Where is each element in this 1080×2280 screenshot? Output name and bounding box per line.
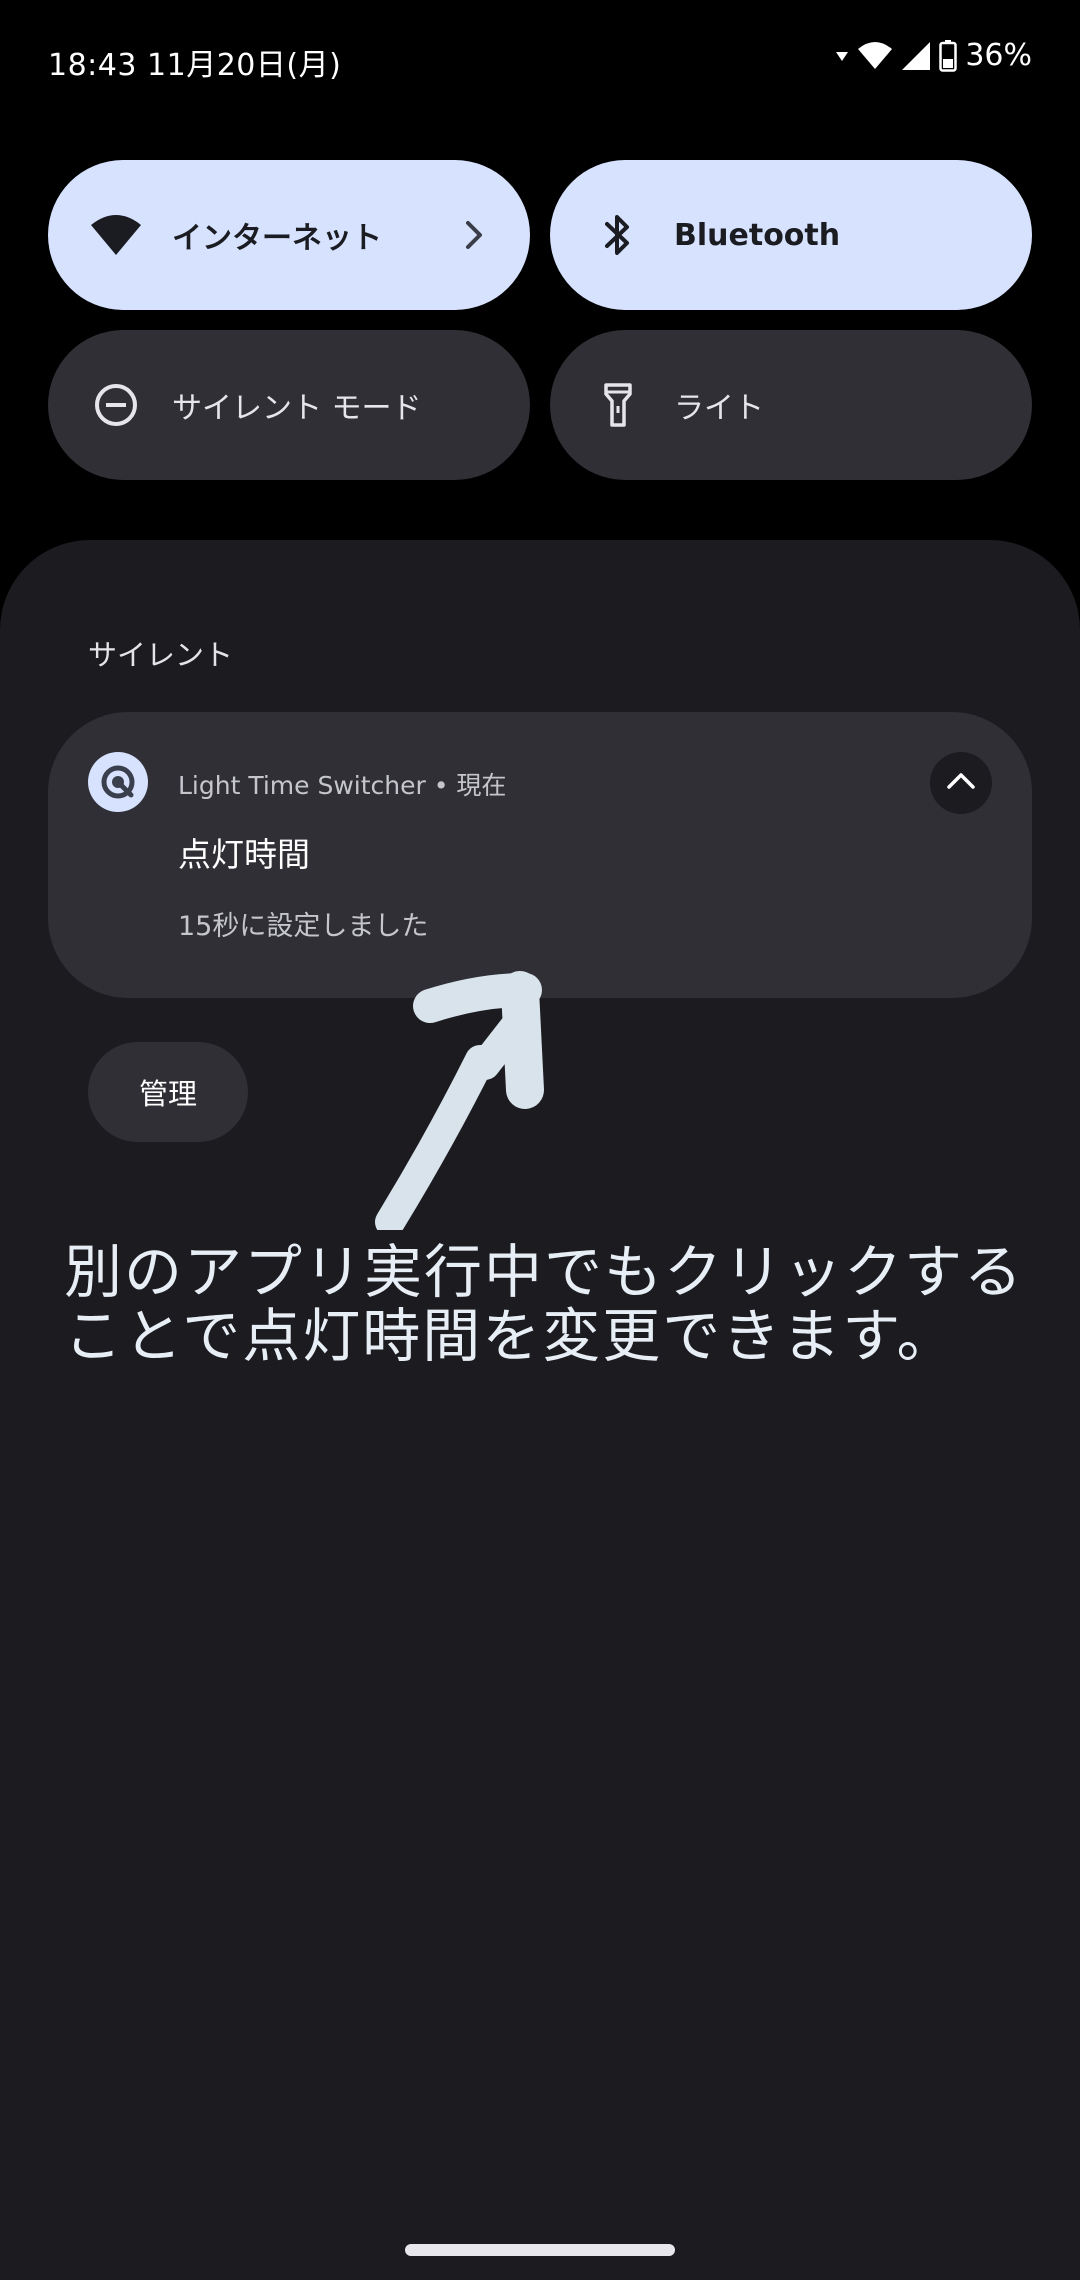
tile-internet[interactable]: インターネット [48, 160, 530, 310]
status-time-date: 18:43 11月20日(月) [48, 40, 341, 84]
wifi-icon [88, 207, 144, 263]
do-not-disturb-icon [88, 377, 144, 433]
status-time: 18:43 [48, 48, 137, 83]
bluetooth-icon [590, 207, 646, 263]
notification-shade: サイレント Light Time Switcher • 現在 点灯時間 15秒に… [0, 540, 1080, 2280]
tile-do-not-disturb[interactable]: サイレント モード [48, 330, 530, 480]
hand-drawn-arrow-icon [360, 960, 580, 1237]
tile-flashlight[interactable]: ライト [550, 330, 1032, 480]
battery-percent: 36% [965, 38, 1032, 73]
section-header-silent: サイレント [88, 638, 234, 672]
notification-title: 点灯時間 [178, 835, 310, 874]
collapse-button[interactable] [930, 752, 992, 814]
chevron-up-icon [946, 771, 976, 795]
battery-icon [939, 39, 958, 72]
wifi-icon [857, 41, 893, 71]
chevron-right-icon [454, 215, 494, 255]
gesture-handle[interactable] [405, 2244, 675, 2256]
status-date: 11月20日(月) [147, 48, 342, 83]
notification-text: 15秒に設定しました [178, 911, 429, 942]
data-activity-icon [835, 49, 849, 63]
status-icons: 36% [835, 38, 1032, 73]
tile-internet-label: インターネット [172, 221, 382, 256]
notification-card[interactable]: Light Time Switcher • 現在 点灯時間 15秒に設定しました [48, 712, 1032, 998]
tile-do-not-disturb-label: サイレント モード [172, 391, 422, 426]
status-bar: 18:43 11月20日(月) 36% [0, 0, 1080, 120]
tile-bluetooth[interactable]: Bluetooth [550, 160, 1032, 310]
tile-flashlight-label: ライト [674, 391, 764, 426]
annotation-text: 別のアプリ実行中でもクリックすることで点灯時間を変更できます。 [64, 1238, 1025, 1370]
flashlight-icon [590, 377, 646, 433]
tile-bluetooth-label: Bluetooth [674, 217, 841, 253]
cell-signal-icon [901, 41, 931, 71]
app-timer-icon [88, 752, 148, 812]
notification-meta: Light Time Switcher • 現在 [178, 771, 507, 800]
manage-button[interactable]: 管理 [88, 1042, 248, 1142]
